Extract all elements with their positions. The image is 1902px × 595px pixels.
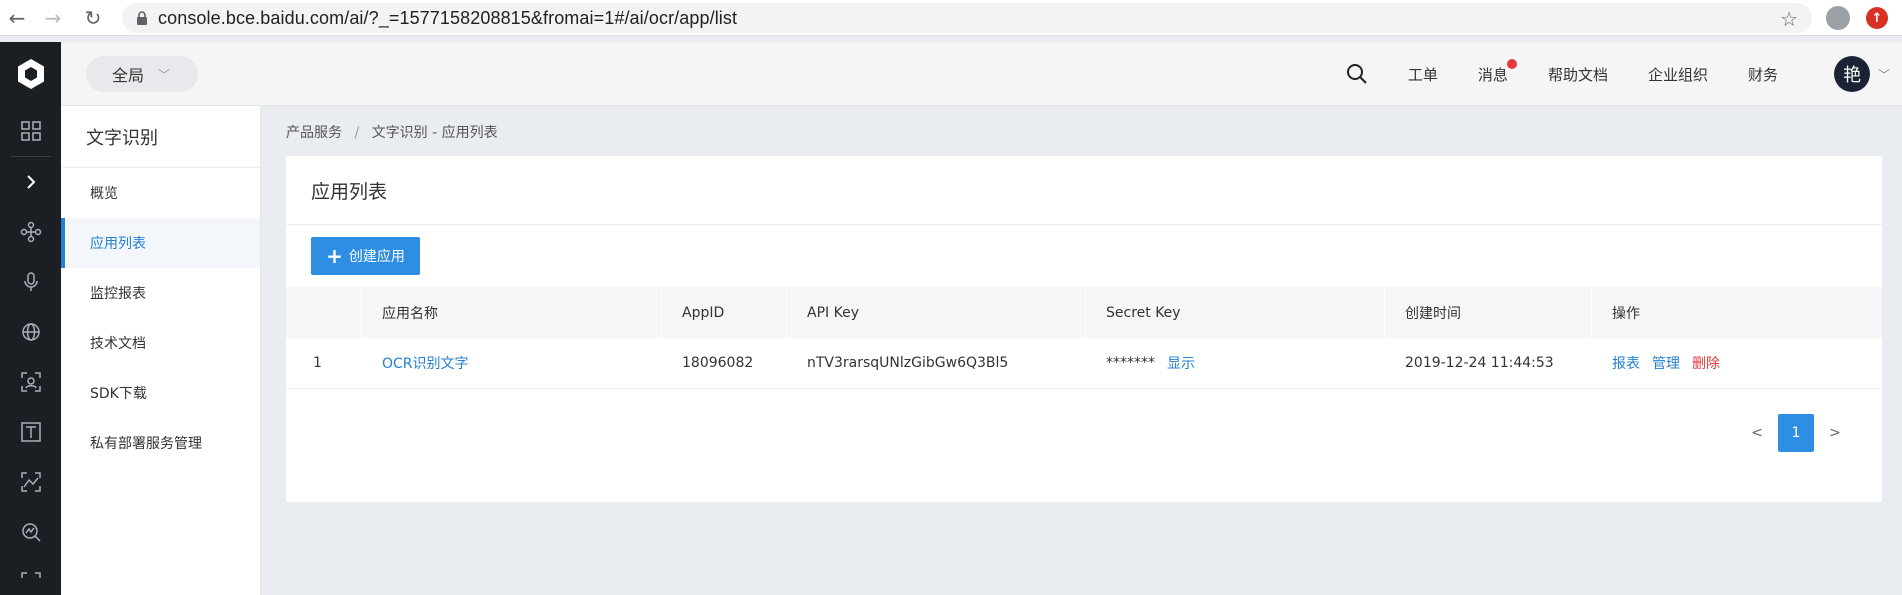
sidebar-title: 文字识别 <box>61 106 260 168</box>
plus-icon: + <box>326 244 343 268</box>
app-table: 应用名称 AppID API Key Secret Key 创建时间 操作 1 … <box>286 287 1882 389</box>
address-bar[interactable]: console.bce.baidu.com/ai/?_=157715820881… <box>122 3 1812 33</box>
text-recognition-icon[interactable] <box>0 407 61 457</box>
globe-icon[interactable] <box>0 307 61 357</box>
sidebar-item-docs[interactable]: 技术文档 <box>61 318 260 368</box>
sidebar-item-sdk[interactable]: SDK下载 <box>61 368 260 418</box>
forward-icon[interactable]: → <box>40 5 66 31</box>
ticket-link[interactable]: 工单 <box>1408 64 1438 85</box>
sidebar: 文字识别 概览 应用列表 监控报表 技术文档 SDK下载 私有部署服务管理 <box>61 106 261 595</box>
header-app-name: 应用名称 <box>361 287 661 338</box>
browser-update-icon[interactable]: ↑ <box>1866 7 1888 29</box>
prev-page-button[interactable]: < <box>1742 414 1772 452</box>
breadcrumb-separator: / <box>354 125 360 141</box>
browser-toolbar: ← → ↻ console.bce.baidu.com/ai/?_=157715… <box>0 0 1902 36</box>
table-header: 应用名称 AppID API Key Secret Key 创建时间 操作 <box>286 287 1882 338</box>
more-tools-icon[interactable] <box>0 557 61 595</box>
chevron-down-icon[interactable]: ﹀ <box>1878 66 1890 83</box>
network-nodes-icon[interactable] <box>0 207 61 257</box>
created-time-value: 2019-12-24 11:44:53 <box>1384 337 1591 389</box>
row-index: 1 <box>313 355 322 371</box>
sidebar-item-app-list[interactable]: 应用列表 <box>61 218 260 268</box>
help-docs-link[interactable]: 帮助文档 <box>1548 64 1608 85</box>
search-icon[interactable] <box>1346 63 1368 85</box>
app-list-card: 应用列表 + 创建应用 应用名称 AppID API Key Secret Ke… <box>286 156 1882 502</box>
grid-apps-icon[interactable] <box>0 106 61 156</box>
analytics-icon[interactable] <box>0 507 61 557</box>
enterprise-org-link[interactable]: 企业组织 <box>1648 64 1708 85</box>
api-key-value: nTV3rarsqUNlzGibGw6Q3Bl5 <box>786 337 1085 389</box>
header-actions: 工单 消息 帮助文档 企业组织 财务 艳 ﹀ <box>1346 42 1902 106</box>
show-secret-link[interactable]: 显示 <box>1167 353 1195 373</box>
face-scan-icon[interactable] <box>0 357 61 407</box>
region-select[interactable]: 全局 ﹀ <box>86 56 198 92</box>
header-api-key: API Key <box>786 287 1085 338</box>
baidu-cloud-logo-icon[interactable] <box>0 42 61 106</box>
delete-link[interactable]: 删除 <box>1692 353 1720 373</box>
expand-chevron-icon[interactable] <box>0 157 61 207</box>
breadcrumb: 产品服务 / 文字识别 - 应用列表 <box>286 122 498 142</box>
manage-link[interactable]: 管理 <box>1652 353 1680 373</box>
sidebar-item-private-deploy[interactable]: 私有部署服务管理 <box>61 418 260 468</box>
next-page-button[interactable]: > <box>1820 414 1850 452</box>
header-actions: 操作 <box>1591 287 1882 338</box>
header-created: 创建时间 <box>1384 287 1591 338</box>
browser-profile-icon[interactable] <box>1826 6 1850 30</box>
message-label: 消息 <box>1477 65 1508 84</box>
bookmark-star-icon[interactable]: ☆ <box>1780 7 1798 31</box>
chevron-down-icon: ﹀ <box>158 67 171 82</box>
product-rail <box>0 42 61 595</box>
header-secret-key: Secret Key <box>1085 287 1384 338</box>
url-text: console.bce.baidu.com/ai/?_=157715820881… <box>158 7 738 28</box>
app-header: 全局 ﹀ 工单 消息 帮助文档 企业组织 财务 艳 ﹀ <box>61 42 1902 106</box>
page-title: 应用列表 <box>286 156 1882 225</box>
breadcrumb-current: 文字识别 - 应用列表 <box>371 125 498 141</box>
sidebar-item-monitoring[interactable]: 监控报表 <box>61 268 260 318</box>
microphone-icon[interactable] <box>0 257 61 307</box>
user-avatar[interactable]: 艳 <box>1833 56 1870 92</box>
header-app-id: AppID <box>661 287 786 338</box>
breadcrumb-root[interactable]: 产品服务 <box>286 125 342 141</box>
secret-key-cell: ******* 显示 <box>1085 337 1384 389</box>
region-label: 全局 <box>112 66 145 85</box>
app-id-value: 18096082 <box>661 337 786 389</box>
page-1-button[interactable]: 1 <box>1778 414 1814 452</box>
app-name-link[interactable]: OCR识别文字 <box>361 337 661 389</box>
pagination: < 1 > <box>1742 414 1850 452</box>
unread-badge <box>1506 58 1517 69</box>
sidebar-item-overview[interactable]: 概览 <box>61 168 260 218</box>
create-app-label: 创建应用 <box>348 249 405 265</box>
actions-cell: 报表 管理 删除 <box>1591 337 1882 389</box>
back-icon[interactable]: ← <box>4 5 30 31</box>
lock-icon <box>136 11 148 25</box>
finance-link[interactable]: 财务 <box>1748 64 1778 85</box>
report-link[interactable]: 报表 <box>1612 353 1640 373</box>
image-recognition-icon[interactable] <box>0 457 61 507</box>
secret-key-mask: ******* <box>1106 355 1155 371</box>
create-app-button[interactable]: + 创建应用 <box>311 237 420 275</box>
reload-icon[interactable]: ↻ <box>80 5 106 31</box>
table-row: 1 OCR识别文字 18096082 nTV3rarsqUNlzGibGw6Q3… <box>286 337 1882 389</box>
message-link[interactable]: 消息 <box>1477 58 1517 85</box>
header-index <box>286 287 361 338</box>
